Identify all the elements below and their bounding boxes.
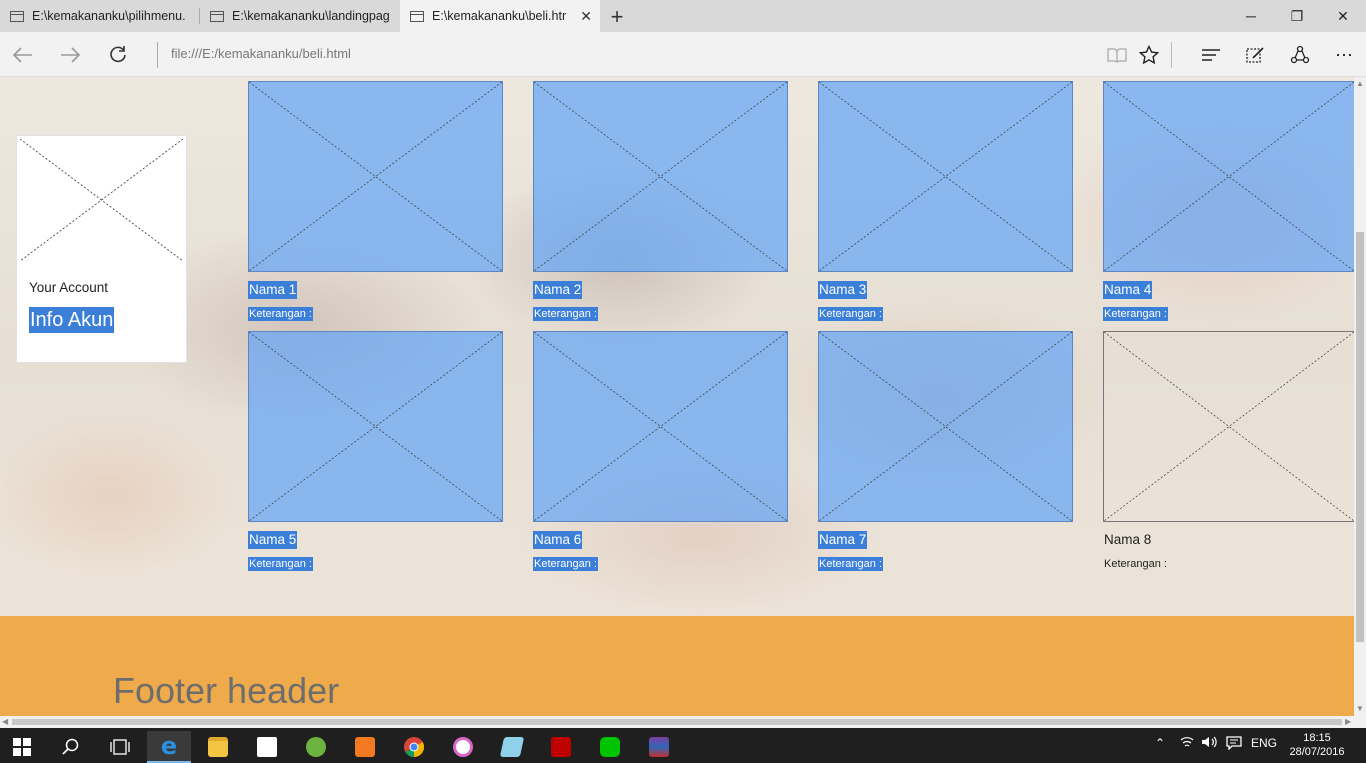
page-footer: Footer header <box>0 616 1354 716</box>
tab-label: E:\kemakananku\beli.htr <box>432 9 567 23</box>
notification-icon[interactable] <box>1226 736 1242 753</box>
notepad-icon[interactable] <box>490 731 534 763</box>
close-tab-icon[interactable]: ✕ <box>580 8 592 25</box>
refresh-button[interactable] <box>103 40 133 70</box>
file-explorer-icon[interactable] <box>196 731 240 763</box>
product-name: Nama 6 <box>533 531 583 549</box>
filezilla-icon[interactable] <box>539 731 583 763</box>
product-name: Nama 5 <box>248 531 298 549</box>
start-button[interactable] <box>0 731 44 763</box>
wifi-icon[interactable] <box>1180 736 1194 751</box>
winrar-icon[interactable] <box>637 731 681 763</box>
tab-strip: E:\kemakananku\pilihmenu. E:\kemakananku… <box>0 0 1366 32</box>
product-name: Nama 7 <box>818 531 868 549</box>
tab-label: E:\kemakananku\pilihmenu. <box>32 9 186 23</box>
horizontal-scroll-thumb[interactable] <box>12 719 1342 725</box>
product-name: Nama 2 <box>533 281 583 299</box>
volume-icon[interactable] <box>1201 736 1217 751</box>
page-icon <box>210 10 224 22</box>
product-name: Nama 4 <box>1103 281 1153 299</box>
product-placeholder-image <box>248 331 503 522</box>
product-placeholder-image <box>818 81 1073 272</box>
scroll-up-arrow-icon[interactable]: ▲ <box>1356 79 1364 88</box>
product-description: Keterangan : <box>248 557 313 571</box>
navigation-bar: file:///E:/kemakananku/beli.html ⋯ <box>0 32 1366 77</box>
system-clock[interactable]: 18:15 28/07/2016 <box>1282 731 1352 759</box>
browser-tab-3-active[interactable]: E:\kemakananku\beli.htr ✕ <box>400 0 600 32</box>
refresh-icon <box>110 46 126 63</box>
footer-header: Footer header <box>113 670 340 711</box>
scroll-right-arrow-icon[interactable]: ▶ <box>1345 717 1351 726</box>
avatar-placeholder-image <box>20 139 183 261</box>
page-viewport: Your Account Info Akun Nama 1 Keterangan… <box>0 77 1354 716</box>
clock-time: 18:15 <box>1303 732 1331 744</box>
back-button[interactable] <box>8 40 38 70</box>
search-icon[interactable] <box>49 731 93 763</box>
xampp-icon[interactable] <box>343 731 387 763</box>
product-name: Nama 3 <box>818 281 868 299</box>
vertical-scroll-thumb[interactable] <box>1356 232 1364 642</box>
info-akun-link[interactable]: Info Akun <box>29 307 115 333</box>
scroll-down-arrow-icon[interactable]: ▼ <box>1356 704 1364 713</box>
product-description: Keterangan : <box>818 557 883 571</box>
page-icon <box>10 10 24 22</box>
forward-button[interactable] <box>55 40 85 70</box>
taskbar: e ⌃ ENG 18:15 28/07/2016 <box>0 728 1366 763</box>
new-tab-button[interactable]: + <box>606 4 628 30</box>
store-icon[interactable] <box>245 731 289 763</box>
minimize-button[interactable]: ─ <box>1228 0 1274 32</box>
chrome-icon[interactable] <box>392 731 436 763</box>
product-description: Keterangan : <box>818 307 883 321</box>
product-name: Nama 1 <box>248 281 298 299</box>
reading-view-icon[interactable] <box>1102 40 1132 70</box>
product-description: Keterangan : <box>248 307 313 321</box>
arrow-left-icon <box>12 47 32 63</box>
edge-browser-icon[interactable]: e <box>147 731 191 763</box>
horizontal-scrollbar[interactable]: ◀ ▶ <box>0 716 1366 728</box>
windows-logo-icon <box>13 738 31 756</box>
clock-date: 28/07/2016 <box>1289 746 1345 758</box>
itunes-icon[interactable] <box>441 731 485 763</box>
address-bar[interactable]: file:///E:/kemakananku/beli.html <box>171 46 351 61</box>
product-description: Keterangan : <box>533 557 598 571</box>
product-placeholder-image <box>818 331 1073 522</box>
browser-tab-1[interactable]: E:\kemakananku\pilihmenu. <box>0 0 198 32</box>
favorite-star-icon[interactable] <box>1134 40 1164 70</box>
utorrent-icon[interactable] <box>294 731 338 763</box>
product-placeholder-image <box>248 81 503 272</box>
more-options-icon[interactable]: ⋯ <box>1329 40 1359 70</box>
line-messenger-icon[interactable] <box>588 731 632 763</box>
arrow-right-icon <box>61 47 81 63</box>
task-view-icon[interactable] <box>98 731 142 763</box>
product-description: Keterangan : <box>1103 307 1168 321</box>
product-placeholder-image <box>1103 81 1354 272</box>
product-name: Nama 8 <box>1104 532 1152 547</box>
hub-icon[interactable] <box>1196 40 1226 70</box>
tab-label: E:\kemakananku\landingpag <box>232 9 390 23</box>
divider <box>157 42 158 68</box>
vertical-scrollbar[interactable]: ▲ ▼ <box>1354 77 1366 716</box>
product-description: Keterangan : <box>533 307 598 321</box>
close-window-button[interactable]: ✕ <box>1320 0 1366 32</box>
browser-tab-2[interactable]: E:\kemakananku\landingpag <box>200 0 400 32</box>
divider <box>1171 42 1172 68</box>
product-description: Keterangan : <box>1104 558 1167 570</box>
page-icon <box>410 10 424 22</box>
account-title: Your Account <box>29 280 109 295</box>
scroll-left-arrow-icon[interactable]: ◀ <box>2 717 8 726</box>
web-note-icon[interactable] <box>1240 40 1270 70</box>
chevron-up-icon[interactable]: ⌃ <box>1155 736 1165 750</box>
product-placeholder-image <box>1103 331 1354 522</box>
product-placeholder-image <box>533 81 788 272</box>
account-card: Your Account Info Akun <box>16 135 187 363</box>
share-icon[interactable] <box>1285 40 1315 70</box>
language-indicator[interactable]: ENG <box>1251 736 1277 750</box>
product-placeholder-image <box>533 331 788 522</box>
restore-button[interactable]: ❐ <box>1274 0 1320 32</box>
